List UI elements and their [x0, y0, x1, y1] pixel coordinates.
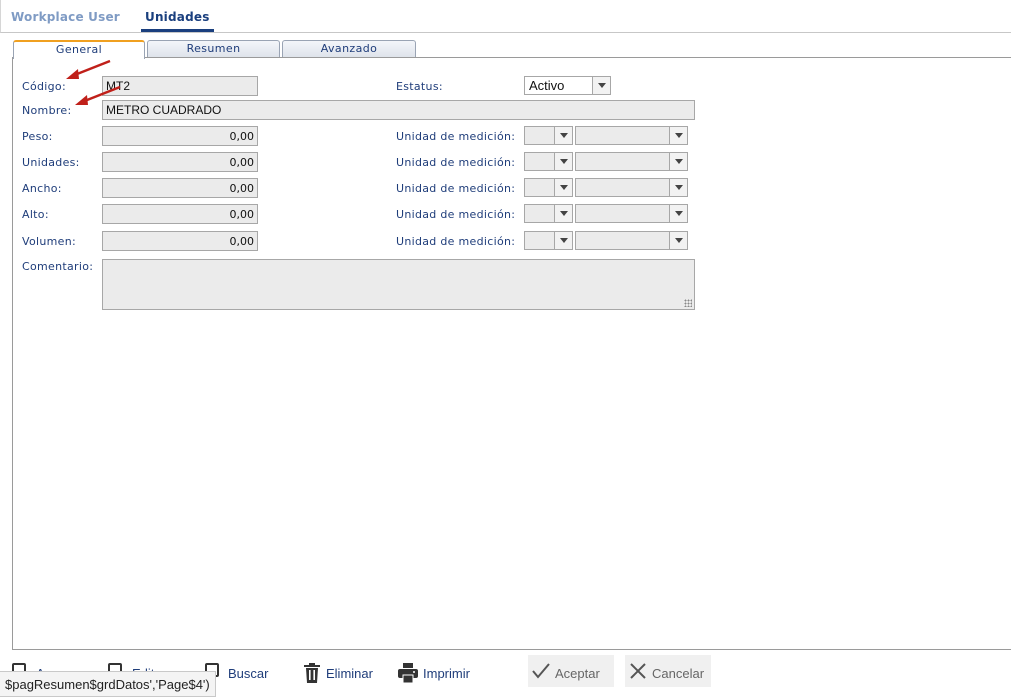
imprimir-button-label: Imprimir: [423, 666, 470, 681]
resize-handle-icon[interactable]: [684, 299, 692, 307]
estatus-value: Activo: [529, 78, 565, 93]
peso-label: Peso:: [22, 130, 53, 143]
annotation-arrow-codigo: [66, 59, 111, 79]
tab-unidades[interactable]: Unidades: [141, 10, 214, 32]
subtab-avanzado[interactable]: Avanzado: [282, 40, 416, 58]
status-bar-tooltip: $pagResumen$grdDatos','Page$4'): [0, 671, 216, 697]
comentario-textarea[interactable]: [102, 259, 695, 310]
top-tab-bar: Workplace User Unidades: [0, 0, 1011, 33]
trash-icon: [304, 663, 320, 683]
volumen-unit-label: Unidad de medición:: [396, 235, 516, 248]
chevron-down-icon[interactable]: [554, 127, 572, 144]
chevron-down-icon[interactable]: [554, 232, 572, 249]
chevron-down-icon[interactable]: [554, 205, 572, 222]
ancho-field[interactable]: 0,00: [102, 178, 258, 198]
chevron-down-icon[interactable]: [669, 205, 687, 222]
chevron-down-icon[interactable]: [669, 179, 687, 196]
nombre-field[interactable]: METRO CUADRADO: [102, 100, 695, 120]
tab-workplace-user[interactable]: Workplace User: [11, 10, 120, 24]
annotation-arrow-nombre: [75, 85, 121, 105]
alto-unit-detail-select[interactable]: [575, 204, 688, 223]
printer-icon: [398, 663, 418, 683]
estatus-select[interactable]: Activo: [524, 76, 611, 95]
ancho-unit-detail-select[interactable]: [575, 178, 688, 197]
unidades-unit-select[interactable]: [524, 152, 573, 171]
cancelar-button-label: Cancelar: [652, 666, 705, 681]
chevron-down-icon[interactable]: [669, 153, 687, 170]
peso-unit-label: Unidad de medición:: [396, 130, 516, 143]
alto-unit-select[interactable]: [524, 204, 573, 223]
peso-field[interactable]: 0,00: [102, 126, 258, 146]
volumen-unit-select[interactable]: [524, 231, 573, 250]
aceptar-button[interactable]: Aceptar: [528, 655, 614, 687]
subtab-resumen[interactable]: Resumen: [147, 40, 280, 58]
peso-unit-detail-select[interactable]: [575, 126, 688, 145]
buscar-button[interactable]: Buscar: [205, 655, 280, 687]
ancho-unit-label: Unidad de medición:: [396, 182, 516, 195]
chevron-down-icon[interactable]: [592, 77, 610, 94]
alto-unit-label: Unidad de medición:: [396, 208, 516, 221]
unidades-label: Unidades:: [22, 156, 80, 169]
chevron-down-icon[interactable]: [554, 153, 572, 170]
buscar-button-label: Buscar: [228, 666, 269, 681]
chevron-down-icon[interactable]: [669, 232, 687, 249]
unidades-unit-detail-select[interactable]: [575, 152, 688, 171]
unidades-unit-label: Unidad de medición:: [396, 156, 516, 169]
cancelar-button[interactable]: Cancelar: [625, 655, 711, 687]
unidades-field[interactable]: 0,00: [102, 152, 258, 172]
chevron-down-icon[interactable]: [554, 179, 572, 196]
codigo-label: Código:: [22, 80, 66, 93]
eliminar-button-label: Eliminar: [326, 666, 373, 681]
nombre-label: Nombre:: [22, 104, 72, 117]
check-icon: [532, 663, 550, 679]
volumen-label: Volumen:: [22, 235, 76, 248]
imprimir-button[interactable]: Imprimir: [398, 655, 483, 687]
close-icon: [630, 663, 646, 679]
alto-field[interactable]: 0,00: [102, 204, 258, 224]
eliminar-button[interactable]: Eliminar: [303, 655, 383, 687]
aceptar-button-label: Aceptar: [555, 666, 600, 681]
peso-unit-select[interactable]: [524, 126, 573, 145]
volumen-unit-detail-select[interactable]: [575, 231, 688, 250]
alto-label: Alto:: [22, 208, 49, 221]
ancho-unit-select[interactable]: [524, 178, 573, 197]
chevron-down-icon[interactable]: [669, 127, 687, 144]
estatus-label: Estatus:: [396, 80, 443, 93]
ancho-label: Ancho:: [22, 182, 62, 195]
subtab-general[interactable]: General: [13, 40, 145, 59]
volumen-field[interactable]: 0,00: [102, 231, 258, 251]
comentario-label: Comentario:: [22, 260, 94, 273]
